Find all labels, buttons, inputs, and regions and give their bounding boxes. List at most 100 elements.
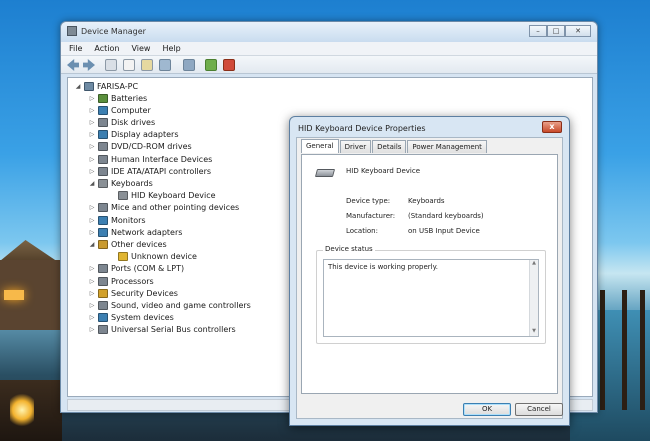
battery-icon [98, 93, 108, 103]
show-hide-tree-icon[interactable] [105, 59, 117, 71]
desktop-wallpaper-left [0, 240, 64, 441]
back-icon[interactable] [67, 59, 79, 71]
dialog-close-button[interactable]: x [542, 121, 562, 133]
expand-icon[interactable]: ▷ [88, 143, 96, 150]
expand-icon[interactable]: ▷ [88, 131, 96, 138]
usb-icon [98, 325, 108, 335]
expand-icon[interactable]: ▷ [88, 290, 96, 297]
tree-category-item[interactable]: ◢ Keyboards [88, 177, 153, 189]
tree-category-item[interactable]: ▷ Sound, video and game controllers [88, 299, 251, 311]
ok-button[interactable]: OK [463, 403, 511, 416]
scroll-down-icon[interactable]: ▼ [530, 328, 538, 336]
device-name: HID Keyboard Device [346, 167, 421, 175]
tree-item-label: Security Devices [111, 288, 178, 298]
tree-item-label: Display adapters [111, 130, 179, 140]
expand-icon[interactable]: ▷ [88, 168, 96, 175]
tree-category-item[interactable]: ▷ System devices [88, 312, 174, 324]
dialog-title: HID Keyboard Device Properties [298, 124, 426, 133]
security-icon [98, 288, 108, 298]
menu-view[interactable]: View [131, 42, 150, 55]
manufacturer-value: (Standard keyboards) [408, 212, 484, 220]
computer-icon [84, 81, 94, 91]
collapse-icon[interactable]: ◢ [88, 241, 96, 248]
forward-icon[interactable] [83, 59, 95, 71]
scroll-up-icon[interactable]: ▲ [530, 260, 538, 268]
tree-category-item[interactable]: ▷ Batteries [88, 92, 147, 104]
tree-root[interactable]: ◢ FARISA-PC [74, 80, 138, 92]
expand-icon[interactable]: ▷ [88, 326, 96, 333]
close-button[interactable]: ✕ [565, 25, 591, 37]
toolbar [61, 56, 597, 74]
general-tab-panel: HID Keyboard Device Device type: Keyboar… [301, 154, 558, 394]
tree-item-label: HID Keyboard Device [131, 191, 216, 201]
expand-icon[interactable]: ▷ [88, 314, 96, 321]
tab-general[interactable]: General [301, 139, 339, 153]
tree-category-item[interactable]: ▷ Computer [88, 104, 151, 116]
tree-category-item[interactable]: ▷ Network adapters [88, 226, 182, 238]
tree-category-item[interactable]: ▷ IDE ATA/ATAPI controllers [88, 165, 211, 177]
tree-category-item[interactable]: ◢ Other devices [88, 238, 167, 250]
tree-item-label: Universal Serial Bus controllers [111, 325, 236, 335]
device-type-value: Keyboards [408, 197, 445, 205]
system-icon [98, 313, 108, 323]
location-label: Location: [346, 227, 378, 235]
collapse-icon[interactable]: ◢ [88, 180, 96, 187]
keyboard-icon [98, 178, 108, 188]
device-status-text: This device is working properly. [328, 263, 438, 271]
tab-details[interactable]: Details [372, 140, 407, 153]
tree-item-label: Network adapters [111, 227, 183, 237]
status-scrollbar[interactable]: ▲ ▼ [529, 260, 538, 336]
tree-category-item[interactable]: ▷ Ports (COM & LPT) [88, 263, 184, 275]
title-bar[interactable]: Device Manager – □ ✕ [61, 22, 597, 42]
menu-action[interactable]: Action [94, 42, 119, 55]
tree-category-item[interactable]: ▷ Universal Serial Bus controllers [88, 324, 236, 336]
scan-hardware-icon[interactable] [183, 59, 195, 71]
expand-icon[interactable]: ▷ [88, 156, 96, 163]
expand-icon[interactable]: ▷ [88, 204, 96, 211]
expand-icon[interactable]: ▷ [88, 217, 96, 224]
tree-category-item[interactable]: ▷ Mice and other pointing devices [88, 202, 239, 214]
tree-category-item[interactable]: ▷ Processors [88, 275, 154, 287]
expand-icon[interactable]: ▷ [88, 107, 96, 114]
monitor-icon [98, 215, 108, 225]
tree-category-item[interactable]: ▷ DVD/CD-ROM drives [88, 141, 192, 153]
tree-category-item[interactable]: ▷ Security Devices [88, 287, 178, 299]
collapse-icon[interactable]: ◢ [74, 83, 82, 90]
update-driver-icon[interactable] [205, 59, 217, 71]
view-icon[interactable] [159, 59, 171, 71]
expand-icon[interactable]: ▷ [88, 119, 96, 126]
expand-icon[interactable]: ▷ [88, 265, 96, 272]
tree-item-label: System devices [111, 313, 174, 323]
sound-icon [98, 300, 108, 310]
expand-icon[interactable]: ▷ [88, 278, 96, 285]
keyboard-icon [118, 191, 128, 201]
properties-icon[interactable] [123, 59, 135, 71]
tree-root-label: FARISA-PC [97, 81, 139, 91]
help-icon[interactable] [141, 59, 153, 71]
dialog-body: General Driver Details Power Management … [296, 137, 563, 419]
menu-file[interactable]: File [69, 42, 82, 55]
tree-category-item[interactable]: ▷ Monitors [88, 214, 146, 226]
tab-driver[interactable]: Driver [339, 140, 372, 153]
tree-category-item[interactable]: ▷ Disk drives [88, 116, 155, 128]
expand-icon[interactable]: ▷ [88, 95, 96, 102]
tree-category-item[interactable]: ▷ Display adapters [88, 129, 179, 141]
minimize-button[interactable]: – [529, 25, 547, 37]
uninstall-icon[interactable] [223, 59, 235, 71]
maximize-button[interactable]: □ [547, 25, 565, 37]
tree-child-item[interactable]: HID Keyboard Device [108, 190, 216, 202]
tree-item-label: Other devices [111, 239, 167, 249]
menu-bar: File Action View Help [61, 42, 597, 56]
expand-icon[interactable]: ▷ [88, 302, 96, 309]
tab-power-management[interactable]: Power Management [407, 140, 487, 153]
device-status-textbox[interactable]: This device is working properly. ▲ ▼ [323, 259, 539, 337]
cancel-button[interactable]: Cancel [515, 403, 563, 416]
port-icon [98, 264, 108, 274]
mouse-icon [98, 203, 108, 213]
expand-icon[interactable]: ▷ [88, 229, 96, 236]
tree-child-item[interactable]: Unknown device [108, 251, 197, 263]
menu-help[interactable]: Help [162, 42, 180, 55]
tree-item-label: Monitors [111, 215, 146, 225]
tree-item-label: Sound, video and game controllers [111, 300, 251, 310]
tree-category-item[interactable]: ▷ Human Interface Devices [88, 153, 212, 165]
